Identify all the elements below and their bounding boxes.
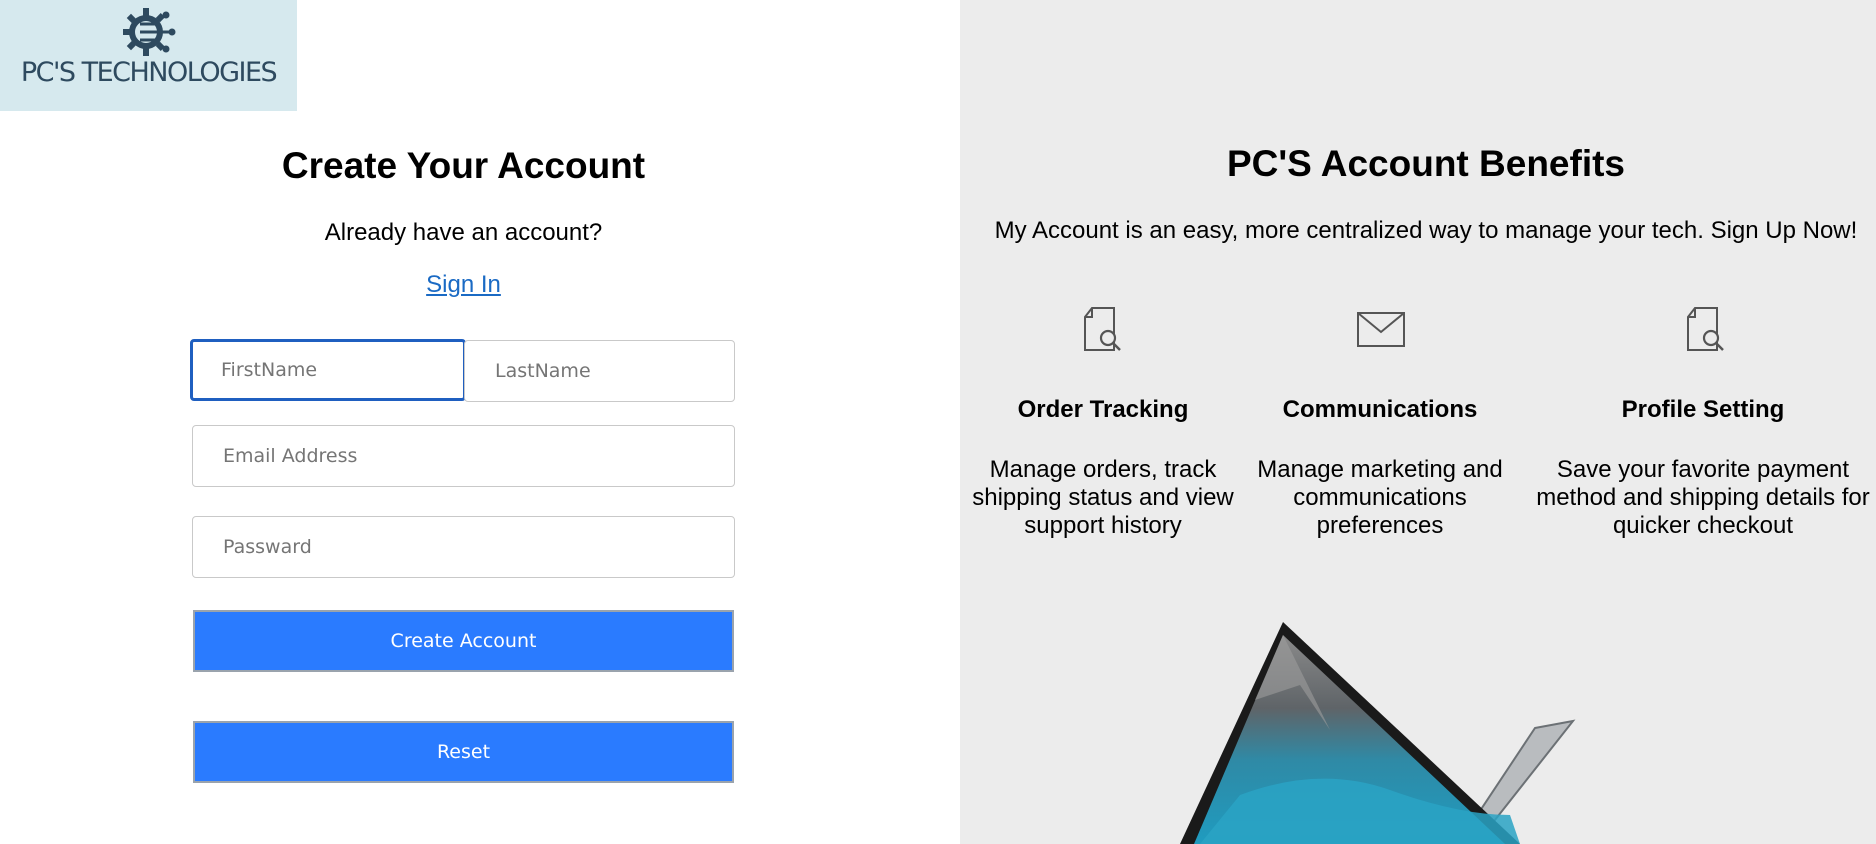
signin-container: Sign In [0,271,927,299]
page-title: Create Your Account [281,145,646,186]
benefit-title: Communications [1282,396,1478,423]
email-input[interactable] [192,425,735,487]
laptop-image [1180,622,1576,844]
lastname-input[interactable] [464,340,735,402]
create-account-button[interactable]: Create Account [193,610,734,672]
signup-form-panel: Create Your Account Already have an acco… [0,111,960,844]
logo-text: PC'S TECHNOLOGIES [20,57,278,88]
brand-logo[interactable]: PC'S TECHNOLOGIES [0,0,297,111]
password-input[interactable] [192,516,735,578]
document-search-icon [1084,307,1121,351]
gear-circuit-icon [123,8,176,56]
signin-link[interactable]: Sign In [426,271,501,298]
benefit-description: Manage orders, track shipping status and… [972,456,1234,539]
benefits-panel: PC'S Account Benefits My Account is an e… [960,0,1876,844]
benefit-title: Order Tracking [1017,396,1189,423]
benefits-title: PC'S Account Benefits [1226,143,1626,184]
document-search-icon [1687,307,1724,351]
firstname-input[interactable] [190,339,466,401]
benefit-description: Manage marketing and communications pref… [1257,456,1503,539]
reset-button[interactable]: Reset [193,721,734,783]
already-account-text: Already have an account? [324,219,603,246]
benefit-description: Save your favorite payment method and sh… [1536,456,1870,539]
benefits-subtitle: My Account is an easy, more centralized … [994,217,1858,244]
envelope-icon [1357,312,1405,347]
benefit-title: Profile Setting [1621,396,1785,423]
